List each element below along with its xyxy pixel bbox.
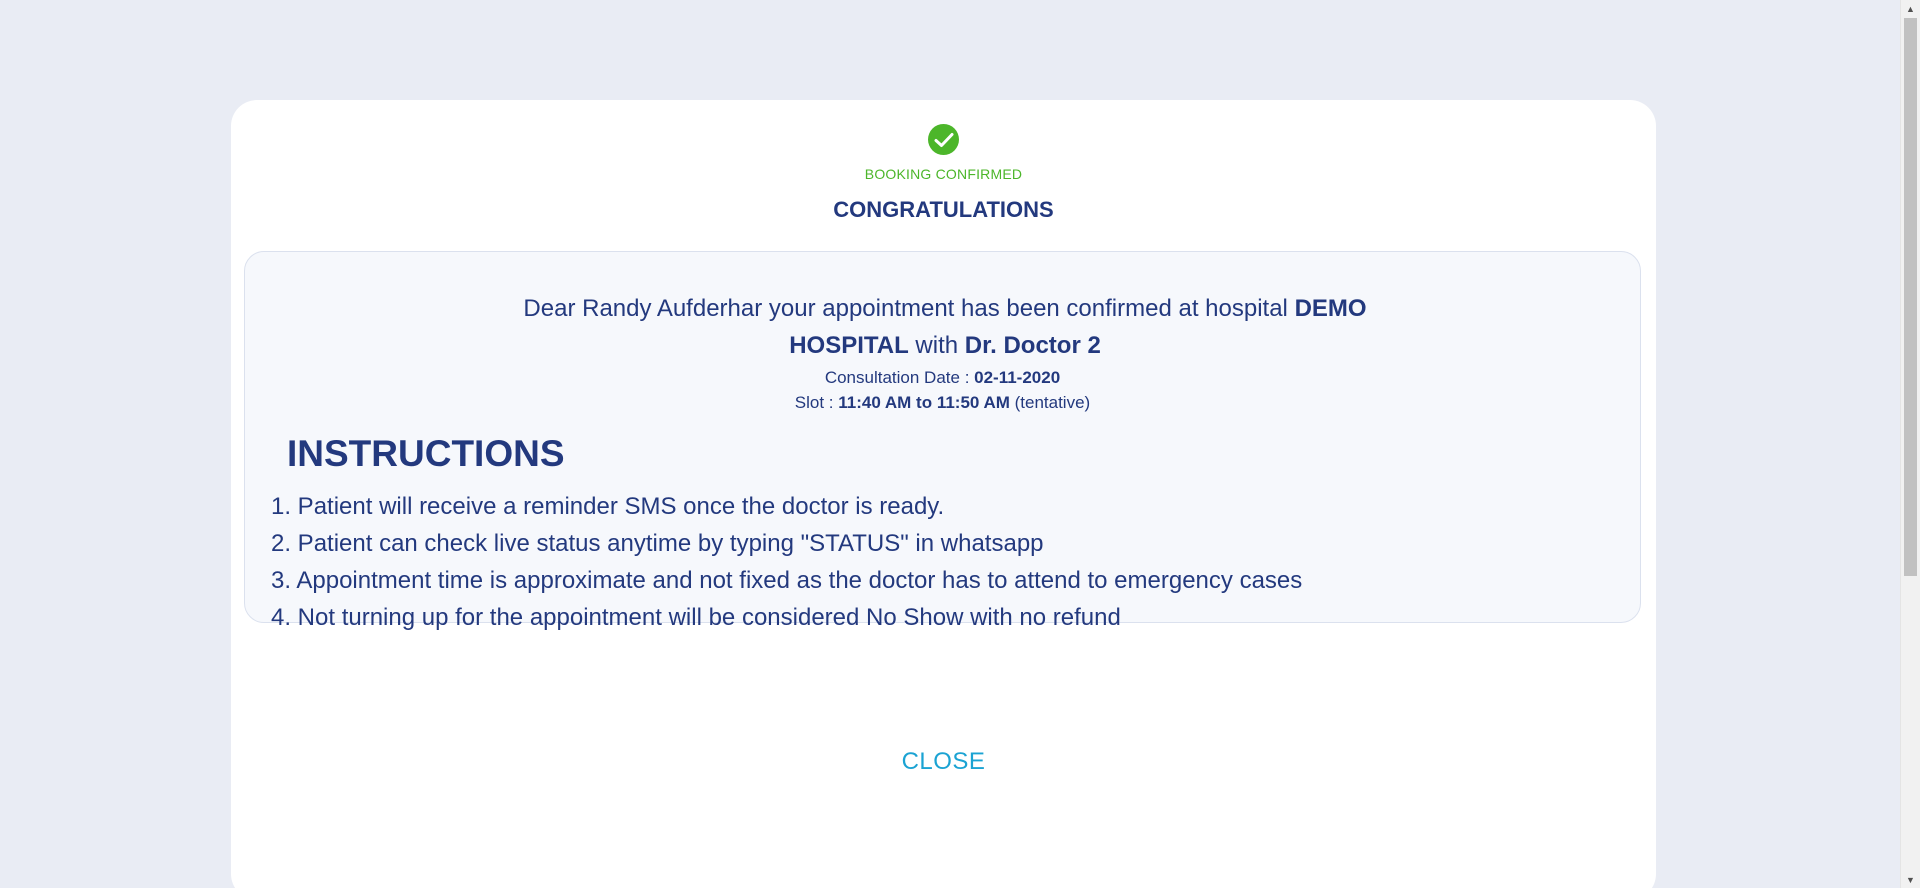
- slot-label: Slot :: [794, 393, 839, 412]
- slot-time: 11:40 AM to 11:50 AM: [838, 393, 1010, 412]
- consultation-date-line: Consultation Date : 02-11-2020: [245, 367, 1640, 389]
- checkmark-icon: [934, 132, 953, 147]
- page: BOOKING CONFIRMED CONGRATULATIONS Dear R…: [0, 0, 1920, 888]
- message-prefix: Dear Randy Aufderhar your appointment ha…: [523, 295, 1295, 322]
- consultation-date-value: 02-11-2020: [974, 368, 1061, 387]
- doctor-name: Dr. Doctor 2: [964, 332, 1101, 359]
- scroll-down-arrow-icon[interactable]: ▼: [1901, 871, 1920, 888]
- instructions-list: 1. Patient will receive a reminder SMS o…: [271, 488, 1302, 636]
- dialog-heading: CONGRATULATIONS: [833, 197, 1054, 222]
- consultation-date-label: Consultation Date :: [824, 368, 975, 387]
- instructions-title: INSTRUCTIONS: [287, 433, 565, 474]
- scrollbar-thumb[interactable]: [1904, 18, 1917, 576]
- vertical-scrollbar[interactable]: ▲ ▼: [1900, 0, 1920, 888]
- booking-status-label: BOOKING CONFIRMED: [864, 166, 1023, 182]
- scroll-up-arrow-icon[interactable]: ▲: [1901, 0, 1920, 17]
- instruction-item: 1. Patient will receive a reminder SMS o…: [271, 493, 945, 520]
- confirmation-message: Dear Randy Aufderhar your appointment ha…: [505, 290, 1385, 364]
- slot-note: (tentative): [1009, 393, 1091, 412]
- check-circle-icon: [928, 124, 959, 155]
- instruction-item: 4. Not turning up for the appointment wi…: [271, 604, 1121, 631]
- close-button[interactable]: CLOSE: [231, 748, 1656, 776]
- booking-confirmation-dialog: BOOKING CONFIRMED CONGRATULATIONS Dear R…: [231, 100, 1656, 888]
- message-with: with: [908, 332, 965, 359]
- appointment-details-panel: Dear Randy Aufderhar your appointment ha…: [244, 251, 1641, 631]
- instruction-item: 3. Appointment time is approximate and n…: [271, 567, 1303, 594]
- instruction-item: 2. Patient can check live status anytime…: [271, 530, 1044, 557]
- slot-line: Slot : 11:40 AM to 11:50 AM (tentative): [245, 392, 1640, 414]
